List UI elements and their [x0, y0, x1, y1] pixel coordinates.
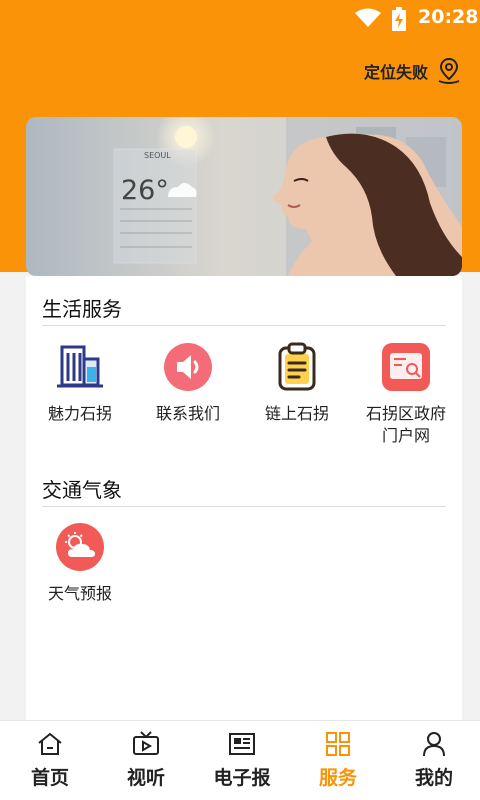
nav-audio-video[interactable]: 视听	[98, 721, 194, 800]
grid-icon	[326, 732, 350, 756]
divider	[42, 506, 446, 507]
web-portal-icon	[382, 343, 430, 391]
status-time: 20:28	[418, 6, 479, 28]
nav-label: 电子报	[213, 767, 271, 789]
city-buildings-icon	[57, 345, 103, 388]
service-label: 联系我们	[155, 404, 220, 423]
location-text: 定位失败	[363, 63, 428, 82]
status-bar: 20:28	[0, 0, 480, 36]
service-item-charm-shiguai[interactable]: 魅力石拐	[30, 341, 130, 425]
nav-mine[interactable]: 我的	[386, 721, 480, 800]
bottom-navigation: 首页 视听 电子报 服务 我的	[0, 720, 480, 800]
tv-icon	[133, 731, 159, 755]
services-card: 生活服务 魅力石拐 联系我们 链上石拐 石拐区政府门户网 交通气象 天气预报	[26, 276, 462, 721]
weather-icon	[56, 523, 104, 571]
wifi-icon	[355, 8, 381, 27]
user-icon	[423, 732, 445, 757]
service-item-contact-us[interactable]: 联系我们	[138, 341, 238, 425]
nav-home[interactable]: 首页	[2, 721, 98, 800]
divider	[42, 325, 446, 326]
service-label: 石拐区政府门户网	[366, 404, 447, 445]
banner-weather-temp: 26°	[121, 175, 169, 206]
nav-label: 首页	[30, 767, 69, 789]
service-label: 链上石拐	[264, 404, 329, 423]
banner-image[interactable]: SEOUL 26°	[26, 117, 462, 276]
service-item-chain-shiguai[interactable]: 链上石拐	[247, 341, 347, 425]
clipboard-icon	[278, 342, 316, 391]
speaker-icon	[164, 343, 212, 391]
service-item-gov-portal[interactable]: 石拐区政府门户网	[356, 341, 456, 447]
nav-label: 服务	[318, 767, 357, 789]
nav-label: 我的	[414, 767, 453, 789]
service-item-weather-forecast[interactable]: 天气预报	[30, 521, 130, 605]
home-icon	[38, 732, 62, 755]
newspaper-icon	[229, 733, 255, 755]
location-indicator[interactable]: 定位失败	[364, 56, 462, 86]
service-label: 魅力石拐	[47, 404, 112, 423]
nav-label: 视听	[126, 767, 165, 789]
section-title-life-services: 生活服务	[42, 297, 122, 321]
section-title-traffic-weather: 交通气象	[42, 478, 122, 502]
service-label: 天气预报	[47, 584, 112, 603]
location-pin-icon	[438, 57, 460, 84]
banner-weather-city: SEOUL	[144, 151, 171, 160]
nav-e-paper[interactable]: 电子报	[194, 721, 290, 800]
battery-charging-icon	[392, 7, 406, 31]
nav-services[interactable]: 服务	[290, 721, 386, 800]
